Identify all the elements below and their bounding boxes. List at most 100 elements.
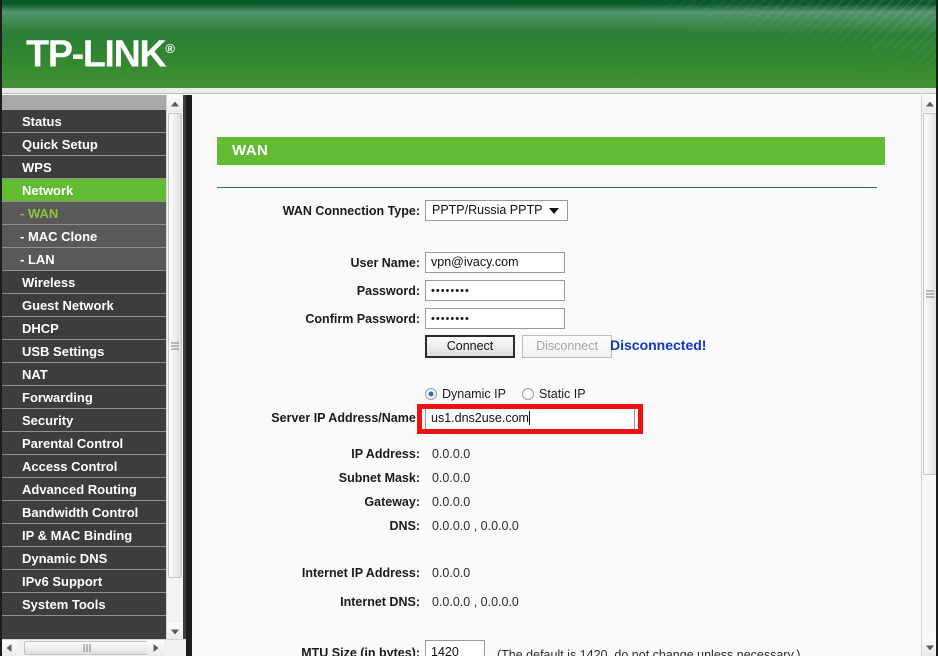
wan-connection-type-value: PPTP/Russia PPTP [432, 203, 543, 217]
readout-row: DNS: 0.0.0.0 , 0.0.0.0 [192, 515, 892, 537]
sidebar-item-security[interactable]: Security [0, 409, 166, 432]
connection-status-badge: Disconnected! [610, 337, 707, 353]
sidebar-item-mac-clone[interactable]: - MAC Clone [0, 225, 166, 248]
readout-label: Subnet Mask: [338, 471, 420, 485]
internet-value: 0.0.0.0 , 0.0.0.0 [432, 595, 519, 609]
confirm-password-label: Confirm Password: [305, 312, 420, 326]
scroll-down-arrow-icon[interactable] [922, 639, 938, 656]
password-value: •••••••• [431, 285, 470, 297]
username-input[interactable]: vpn@ivacy.com [425, 252, 565, 273]
confirm-password-value: •••••••• [431, 313, 470, 325]
mtu-value: 1420 [431, 645, 459, 656]
mtu-label: MTU Size (in bytes): [301, 646, 420, 656]
username-label: User Name: [350, 256, 420, 270]
sidebar-item-status[interactable]: Status [0, 110, 166, 133]
confirm-password-input[interactable]: •••••••• [425, 308, 565, 329]
sidebar-item-parental-control[interactable]: Parental Control [0, 432, 166, 455]
radio-unselected-icon[interactable] [522, 388, 534, 400]
sidebar-item-bandwidth-control[interactable]: Bandwidth Control [0, 501, 166, 524]
wan-connection-type-row: WAN Connection Type: PPTP/Russia PPTP [192, 200, 892, 222]
sidebar-item-system-tools[interactable]: System Tools [0, 593, 166, 616]
header-base-strip [0, 88, 938, 94]
readout-row: Subnet Mask: 0.0.0.0 [192, 467, 892, 489]
sidebar-top-spacer [0, 95, 166, 110]
internet-value: 0.0.0.0 [432, 566, 471, 580]
password-label: Password: [356, 284, 420, 298]
username-row: User Name: vpn@ivacy.com [192, 252, 892, 274]
scroll-right-arrow-icon[interactable] [147, 640, 164, 656]
sidebar-item-usb-settings[interactable]: USB Settings [0, 340, 166, 363]
sidebar-item-ip-mac-binding[interactable]: IP & MAC Binding [0, 524, 166, 547]
sidebar-scroll-thumb[interactable] [168, 113, 182, 578]
tp-link-logo: TP-LINK® [26, 30, 175, 74]
readout-row: Gateway: 0.0.0.0 [192, 491, 892, 513]
scroll-left-arrow-icon[interactable] [0, 640, 17, 656]
sidebar-item-quick-setup[interactable]: Quick Setup [0, 133, 166, 156]
page-title-bar: WAN [217, 137, 885, 165]
sidebar-item-forwarding[interactable]: Forwarding [0, 386, 166, 409]
sidebar-item-ipv6-support[interactable]: IPv6 Support [0, 570, 166, 593]
internet-label: Internet IP Address: [301, 566, 420, 580]
disconnect-button: Disconnect [522, 335, 612, 358]
sidebar-horizontal-scrollbar[interactable] [0, 639, 186, 656]
registered-mark-icon: ® [165, 41, 175, 56]
sidebar-item-dynamic-dns[interactable]: Dynamic DNS [0, 547, 166, 570]
readout-value: 0.0.0.0 [432, 447, 471, 461]
readout-value: 0.0.0.0 [432, 471, 471, 485]
sidebar-item-guest-network[interactable]: Guest Network [0, 294, 166, 317]
radio-selected-icon[interactable] [425, 388, 437, 400]
sidebar-item-network[interactable]: Network [0, 179, 166, 202]
confirm-password-row: Confirm Password: •••••••• [192, 308, 892, 330]
readout-label: Gateway: [364, 495, 420, 509]
section-divider [217, 187, 877, 188]
sidebar-item-advanced-routing[interactable]: Advanced Routing [0, 478, 166, 501]
static-ip-label: Static IP [539, 387, 586, 401]
scroll-up-arrow-icon[interactable] [922, 95, 938, 112]
ip-mode-row: Dynamic IP Static IP [192, 383, 892, 405]
internet-row: Internet IP Address: 0.0.0.0 [192, 562, 892, 584]
internet-row: Internet DNS: 0.0.0.0 , 0.0.0.0 [192, 591, 892, 613]
page-header: TP-LINK® [0, 0, 938, 88]
password-input[interactable]: •••••••• [425, 280, 565, 301]
readout-row: IP Address: 0.0.0.0 [192, 443, 892, 465]
scroll-down-arrow-icon[interactable] [167, 623, 183, 640]
content-scroll-thumb[interactable] [923, 113, 937, 475]
connection-actions-row: Connect Disconnect Disconnected! [192, 335, 892, 361]
dynamic-ip-radio-option[interactable]: Dynamic IP [425, 383, 506, 405]
scroll-grip-icon [83, 644, 91, 652]
dynamic-ip-label: Dynamic IP [442, 387, 506, 401]
sidebar-nav: Status Quick Setup WPS Network - WAN - MAC Cl… [0, 95, 186, 656]
sidebar-item-wan[interactable]: - WAN [0, 202, 166, 225]
sidebar-item-wireless[interactable]: Wireless [0, 271, 166, 294]
server-address-highlight-annotation [417, 404, 643, 434]
chevron-down-icon [549, 207, 559, 214]
sidebar-item-nat[interactable]: NAT [0, 363, 166, 386]
mtu-hint: (The default is 1420, do not change unle… [497, 648, 801, 656]
static-ip-radio-option[interactable]: Static IP [522, 383, 586, 405]
sidebar-item-list: Status Quick Setup WPS Network - WAN - MAC Cl… [0, 110, 166, 616]
password-row: Password: •••••••• [192, 280, 892, 302]
content-vertical-scrollbar[interactable] [921, 95, 938, 656]
mtu-input[interactable]: 1420 [425, 640, 485, 656]
sidebar-item-dhcp[interactable]: DHCP [0, 317, 166, 340]
readout-value: 0.0.0.0 [432, 495, 471, 509]
username-value: vpn@ivacy.com [431, 255, 519, 269]
readout-label: IP Address: [351, 447, 420, 461]
wan-connection-type-select[interactable]: PPTP/Russia PPTP [425, 200, 568, 221]
readout-value: 0.0.0.0 , 0.0.0.0 [432, 519, 519, 533]
sidebar-item-lan[interactable]: - LAN [0, 248, 166, 271]
sidebar-vertical-scrollbar[interactable] [166, 95, 183, 640]
scroll-grip-icon [171, 342, 179, 349]
page-title: WAN [232, 142, 269, 159]
sidebar-hscroll-thumb[interactable] [24, 641, 150, 655]
server-address-label: Server IP Address/Name: [271, 411, 420, 425]
router-admin-page: TP-LINK® Status Quick Setup WPS Network - WA… [0, 0, 938, 656]
scroll-up-arrow-icon[interactable] [167, 95, 183, 112]
readout-label: DNS: [389, 519, 420, 533]
sidebar-item-access-control[interactable]: Access Control [0, 455, 166, 478]
connect-button[interactable]: Connect [425, 335, 515, 358]
main-content: WAN WAN Connection Type: PPTP/Russia PPT… [192, 95, 938, 656]
mtu-row: MTU Size (in bytes): 1420 (The default i… [192, 640, 892, 656]
sidebar-item-wps[interactable]: WPS [0, 156, 166, 179]
scroll-grip-icon [926, 290, 934, 298]
